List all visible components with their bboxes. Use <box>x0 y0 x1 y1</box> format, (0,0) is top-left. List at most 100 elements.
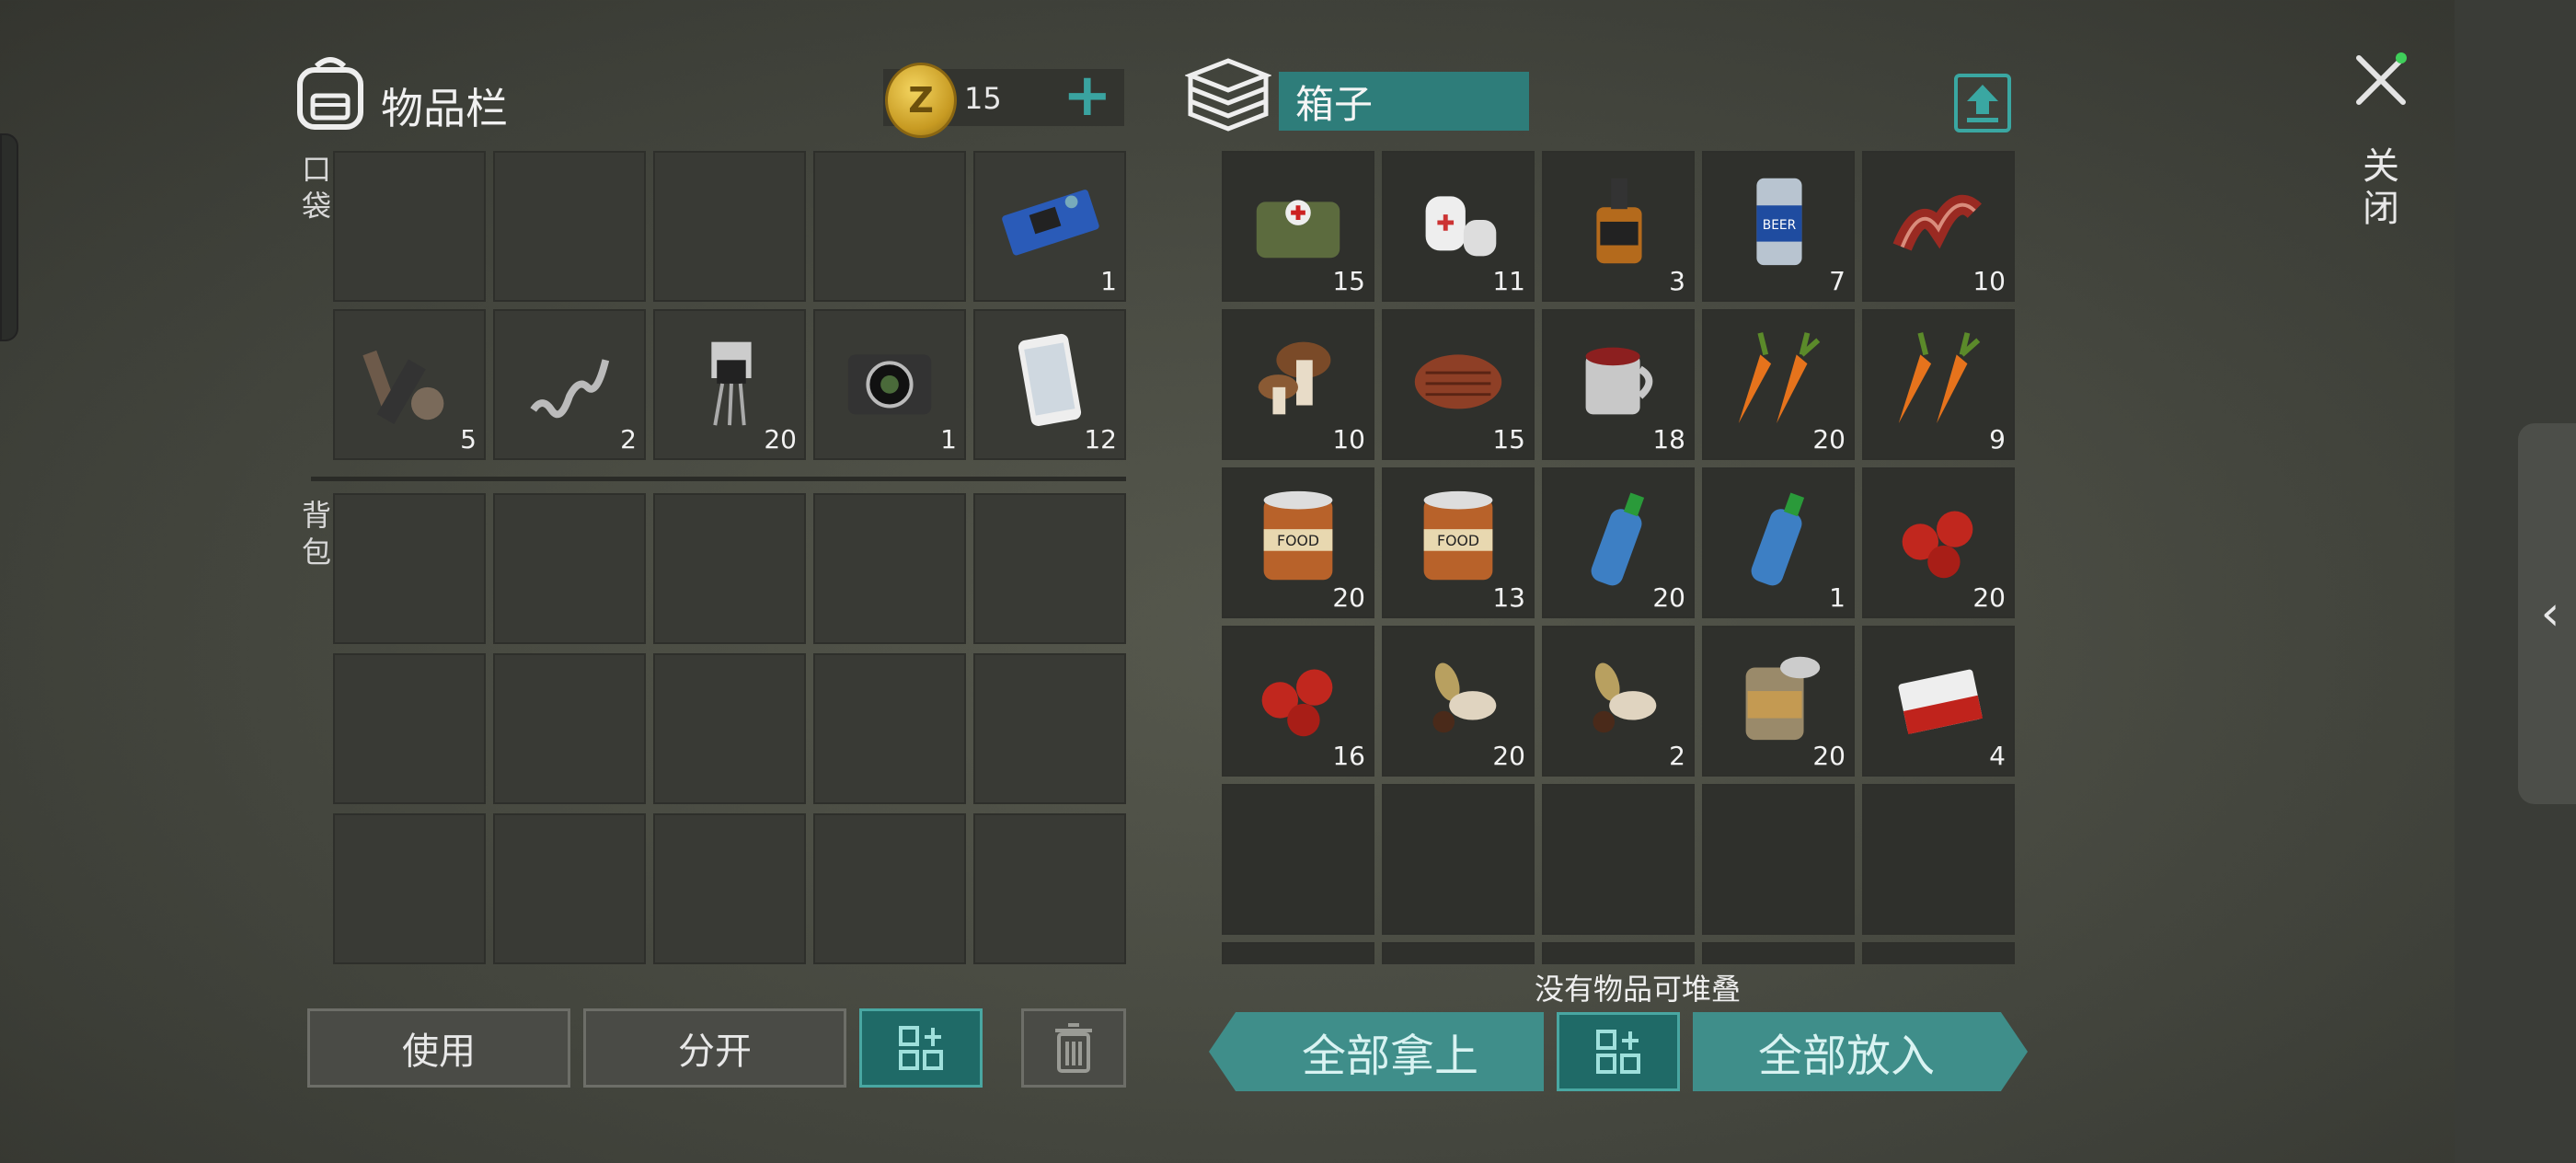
inventory-slot[interactable] <box>1382 784 1535 935</box>
inventory-slot[interactable] <box>653 813 806 964</box>
inventory-slot[interactable] <box>813 813 966 964</box>
item-count: 1 <box>1100 266 1117 296</box>
inventory-slot[interactable]: 2 <box>1542 626 1695 777</box>
item-count: 12 <box>1084 424 1117 455</box>
pocket-grid: 1 5 2 20 1 12 <box>333 151 1126 460</box>
inventory-slot[interactable]: 15 <box>1382 309 1535 460</box>
inventory-slot[interactable]: 11 <box>1382 151 1535 302</box>
split-button[interactable]: 分开 <box>583 1008 846 1088</box>
inventory-slot[interactable] <box>1542 784 1695 935</box>
side-expand-tab[interactable]: ‹ <box>2518 423 2576 804</box>
inventory-slot[interactable]: FOOD 20 <box>1222 467 1374 618</box>
inventory-slot[interactable]: 20 <box>1382 626 1535 777</box>
inventory-slot[interactable] <box>333 813 486 964</box>
inventory-slot[interactable]: 20 <box>1702 626 1855 777</box>
camera-icon <box>847 354 932 415</box>
close-label[interactable]: 关闭 <box>2361 145 2401 230</box>
mushroom-icon <box>1258 341 1331 415</box>
item-count: 3 <box>1669 266 1685 296</box>
inventory-slot[interactable]: 20 <box>653 309 806 460</box>
inventory-slot[interactable] <box>973 813 1126 964</box>
item-count: 13 <box>1492 582 1525 613</box>
add-coins-button[interactable]: + <box>1063 66 1112 125</box>
inventory-slot[interactable] <box>1222 942 1374 964</box>
inventory-slot[interactable]: BEER 7 <box>1702 151 1855 302</box>
inventory-slot[interactable]: 9 <box>1862 309 2015 460</box>
inventory-slot[interactable]: 10 <box>1862 151 2015 302</box>
inventory-slot[interactable] <box>333 493 486 644</box>
item-count: 4 <box>1989 741 2006 771</box>
inventory-slot[interactable] <box>653 493 806 644</box>
inventory-slot[interactable] <box>813 493 966 644</box>
inventory-slot[interactable] <box>1702 784 1855 935</box>
inventory-slot[interactable]: 20 <box>1862 467 2015 618</box>
inventory-slot[interactable] <box>973 493 1126 644</box>
inventory-slot[interactable] <box>1542 942 1695 964</box>
close-icon[interactable] <box>2352 51 2410 109</box>
upload-icon <box>1967 85 1998 122</box>
backpack-label: 背包 <box>301 498 331 570</box>
inventory-slot[interactable] <box>1222 784 1374 935</box>
inventory-slot[interactable]: 4 <box>1862 626 2015 777</box>
box-stack-icon <box>1185 58 1271 132</box>
inventory-slot[interactable] <box>493 493 646 644</box>
inventory-slot[interactable] <box>333 151 486 302</box>
backpack-icon <box>297 57 363 130</box>
cigarettes-icon <box>1898 669 1984 734</box>
inventory-slot[interactable]: 15 <box>1222 151 1374 302</box>
inventory-slot[interactable]: 16 <box>1222 626 1374 777</box>
box-title[interactable]: 箱子 <box>1279 72 1529 131</box>
trash-icon <box>1055 1023 1092 1073</box>
inventory-slot[interactable]: 10 <box>1222 309 1374 460</box>
item-count: 1 <box>940 424 957 455</box>
inventory-slot[interactable]: 2 <box>493 309 646 460</box>
inventory-slot[interactable] <box>653 151 806 302</box>
inventory-slot[interactable]: 5 <box>333 309 486 460</box>
item-count: 20 <box>1492 741 1525 771</box>
water-bottle-icon <box>1751 492 1805 586</box>
inventory-slot[interactable] <box>333 653 486 804</box>
take-all-button[interactable]: 全部拿上 <box>1209 1012 1544 1091</box>
inventory-slot[interactable]: 18 <box>1542 309 1695 460</box>
inventory-slot[interactable]: 3 <box>1542 151 1695 302</box>
inventory-slot[interactable] <box>813 653 966 804</box>
steak-icon <box>1414 354 1502 409</box>
inventory-slot[interactable] <box>973 653 1126 804</box>
berries-icon <box>1902 511 1973 579</box>
inventory-slot[interactable] <box>653 653 806 804</box>
inventory-slot[interactable] <box>493 813 646 964</box>
first-aid-bag-icon <box>1256 200 1340 259</box>
inventory-slot[interactable] <box>493 653 646 804</box>
inventory-slot[interactable] <box>1862 942 2015 964</box>
inventory-slot[interactable]: 20 <box>1702 309 1855 460</box>
item-count: 9 <box>1989 424 2006 455</box>
berries-icon <box>1261 669 1333 737</box>
inventory-slot[interactable]: 1 <box>813 309 966 460</box>
item-count: 20 <box>1652 582 1685 613</box>
inventory-slot[interactable] <box>493 151 646 302</box>
inventory-slot[interactable] <box>813 151 966 302</box>
put-all-button[interactable]: 全部放入 <box>1693 1012 2028 1091</box>
inventory-slot[interactable]: 1 <box>973 151 1126 302</box>
use-button[interactable]: 使用 <box>307 1008 570 1088</box>
sort-box-button[interactable] <box>1557 1012 1680 1091</box>
left-edge-tab[interactable] <box>0 133 18 341</box>
canned-food-icon: FOOD <box>1263 490 1333 581</box>
item-count: 2 <box>620 424 637 455</box>
trash-button[interactable] <box>1021 1008 1126 1088</box>
coin-icon: Z <box>885 63 957 138</box>
inventory-slot[interactable]: 20 <box>1542 467 1695 618</box>
upload-button[interactable] <box>1954 74 2011 132</box>
inventory-slot[interactable]: FOOD 13 <box>1382 467 1535 618</box>
tea-mug-icon <box>1585 347 1653 415</box>
inventory-slot[interactable] <box>1702 942 1855 964</box>
inventory-slot[interactable] <box>1862 784 2015 935</box>
water-bottle-icon <box>1591 492 1645 586</box>
sort-inventory-button[interactable] <box>859 1008 983 1088</box>
inventory-slot[interactable] <box>1382 942 1535 964</box>
bacon-icon <box>1892 194 1982 251</box>
spring-icon <box>530 359 610 419</box>
inventory-slot[interactable]: 1 <box>1702 467 1855 618</box>
inventory-slot[interactable]: 12 <box>973 309 1126 460</box>
svg-text:BEER: BEER <box>1763 218 1797 233</box>
